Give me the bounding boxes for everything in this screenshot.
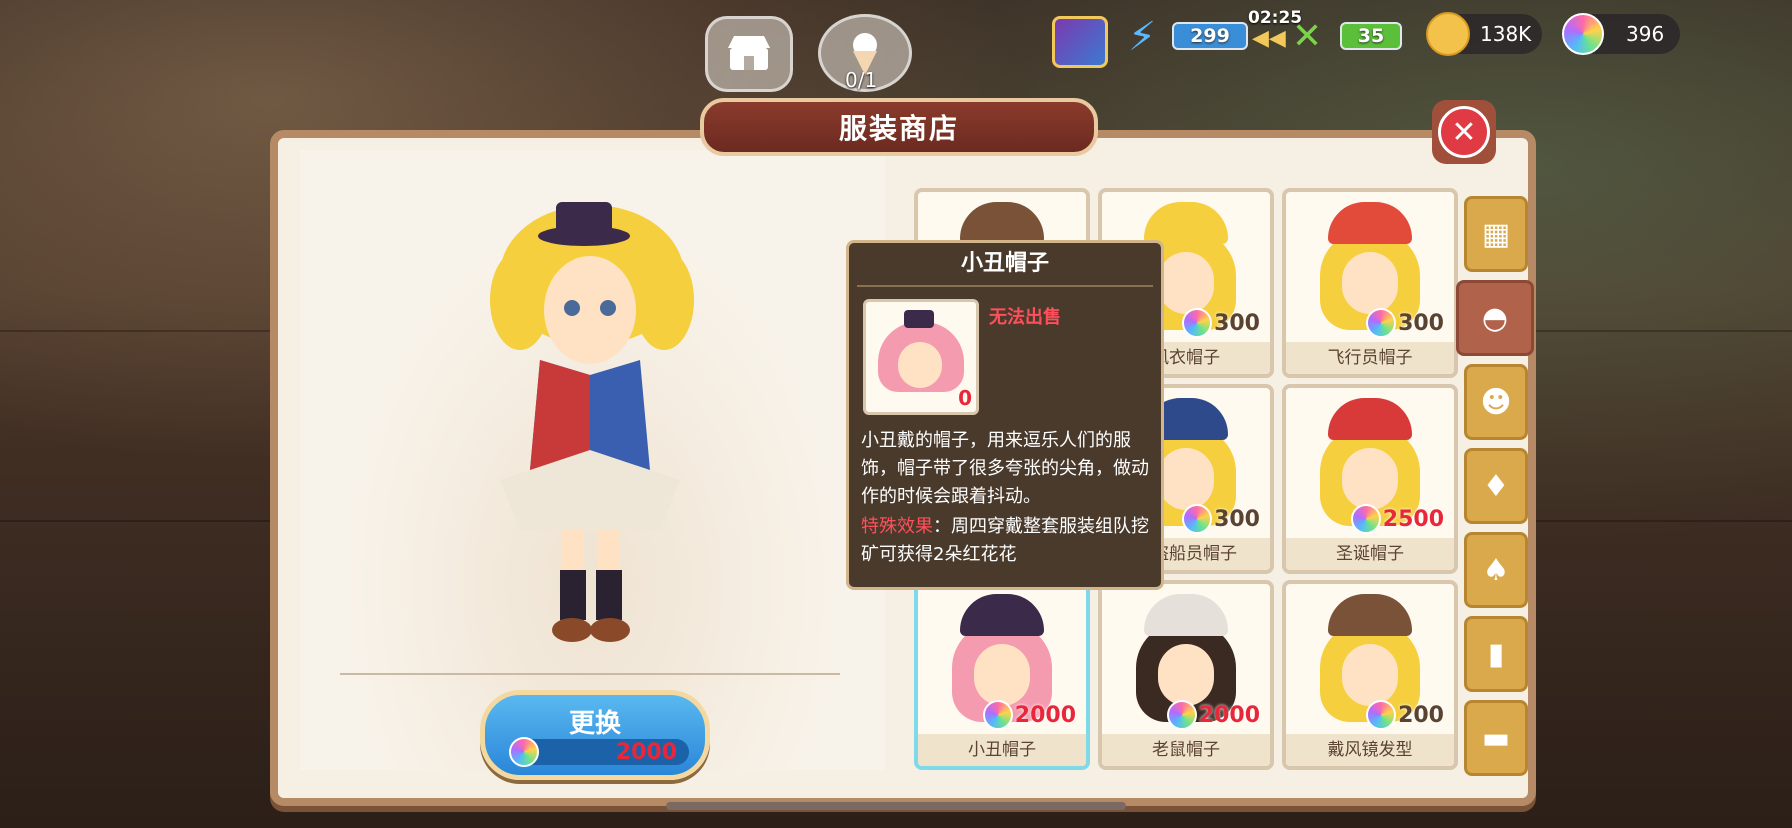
item-card[interactable]: 2000 老鼠帽子 — [1098, 580, 1274, 770]
rewind-icon: ◀◀ — [1252, 26, 1286, 51]
tab-hat[interactable]: ◓ — [1456, 280, 1534, 356]
close-button[interactable]: ✕ — [1432, 100, 1496, 164]
gem-value: 396 — [1626, 22, 1665, 46]
tooltip-description: 小丑戴的帽子，用来逗乐人们的服饰，帽子带了很多夸张的尖角，做动作的时候会跟着抖动… — [861, 430, 1149, 507]
item-name: 小丑帽子 — [918, 734, 1086, 766]
change-button-label: 更换 — [568, 709, 621, 739]
category-tabs: ▦ ◓ ☻ ♦ ♠ ▮ ▬ — [1456, 196, 1534, 784]
gem-icon — [509, 737, 539, 767]
gem-icon — [1350, 504, 1381, 534]
tab-hair[interactable]: ☻ — [1464, 364, 1528, 440]
hat-icon: ◓ — [1481, 300, 1509, 336]
item-price: 300 — [1366, 308, 1444, 338]
coin-icon — [1426, 12, 1470, 56]
tab-pants[interactable]: ▮ — [1464, 616, 1528, 692]
item-price-value: 300 — [1398, 310, 1444, 336]
close-icon: ✕ — [1438, 106, 1490, 158]
preview-divider — [340, 673, 840, 675]
food-value: 35 — [1340, 22, 1402, 50]
gem-icon — [1182, 308, 1213, 338]
store-icon[interactable] — [705, 16, 793, 92]
item-price: 200 — [1366, 700, 1444, 730]
gem-icon — [1562, 13, 1604, 55]
item-price-value: 2000 — [1014, 702, 1076, 728]
change-price-value: 2000 — [615, 739, 677, 765]
change-button[interactable]: 更换 2000 — [480, 690, 710, 780]
item-price: 2000 — [982, 700, 1076, 730]
item-name: 老鼠帽子 — [1102, 734, 1270, 766]
item-name: 圣诞帽子 — [1286, 538, 1454, 570]
tooltip-status: 无法出售 — [989, 307, 1061, 328]
home-indicator[interactable] — [666, 802, 1126, 810]
dress-icon: ♦ — [1482, 468, 1510, 504]
tab-dress[interactable]: ♦ — [1464, 448, 1528, 524]
tooltip-effect-label: 特殊效果 — [861, 516, 933, 537]
tooltip-count: 0 — [958, 386, 972, 410]
dessert-count: 0/1 — [845, 68, 878, 92]
gem-counter: 396 — [1562, 13, 1680, 55]
gem-icon — [1366, 700, 1397, 730]
item-price: 300 — [1182, 504, 1260, 534]
item-price: 300 — [1182, 308, 1260, 338]
character-preview — [300, 150, 885, 770]
gem-icon — [1366, 308, 1397, 338]
item-price: 2000 — [1166, 700, 1260, 730]
tooltip-effect: 特殊效果：周四穿戴整套服装组队挖矿可获得2朵红花花 — [861, 513, 1151, 569]
shirt-icon: ♠ — [1482, 552, 1510, 588]
item-price-value: 300 — [1214, 310, 1260, 336]
pants-icon: ▮ — [1487, 636, 1505, 672]
grid-icon: ▦ — [1481, 216, 1511, 252]
item-tooltip: 小丑帽子 0 无法出售 小丑戴的帽子，用来逗乐人们的服饰，帽子带了很多夸张的尖角… — [846, 240, 1164, 590]
gem-icon — [982, 700, 1013, 730]
shop-title: 服装商店 — [700, 98, 1098, 156]
item-price-value: 300 — [1214, 506, 1260, 532]
gem-icon — [1166, 700, 1197, 730]
item-card[interactable]: 200 戴风镜发型 — [1282, 580, 1458, 770]
tab-shirt[interactable]: ♠ — [1464, 532, 1528, 608]
item-card[interactable]: 300 飞行员帽子 — [1282, 188, 1458, 378]
item-price-value: 2000 — [1198, 702, 1260, 728]
energy-icon[interactable]: ⚡ — [1128, 14, 1156, 60]
item-name: 戴风镜发型 — [1286, 734, 1454, 766]
item-price-value: 2500 — [1382, 506, 1444, 532]
item-card[interactable]: 2500 圣诞帽子 — [1282, 384, 1458, 574]
character-figure — [490, 202, 694, 642]
coin-counter: 138K — [1426, 12, 1542, 56]
gem-icon — [1182, 504, 1213, 534]
hair-icon: ☻ — [1480, 384, 1512, 420]
item-price-value: 200 — [1398, 702, 1444, 728]
energy-value: 299 — [1172, 22, 1248, 50]
item-price: 2500 — [1350, 504, 1444, 534]
item-card[interactable]: 2000 小丑帽子 — [914, 580, 1090, 770]
tooltip-thumbnail: 0 — [863, 299, 979, 415]
coin-value: 138K — [1480, 22, 1532, 46]
item-name: 飞行员帽子 — [1286, 342, 1454, 374]
shoes-icon: ▬ — [1481, 720, 1511, 756]
food-icon[interactable]: ✕ — [1292, 16, 1322, 57]
card-icon[interactable] — [1052, 16, 1108, 68]
tab-grid[interactable]: ▦ — [1464, 196, 1528, 272]
tooltip-title: 小丑帽子 — [857, 243, 1153, 287]
tab-shoes[interactable]: ▬ — [1464, 700, 1528, 776]
change-price: 2000 — [509, 737, 689, 767]
